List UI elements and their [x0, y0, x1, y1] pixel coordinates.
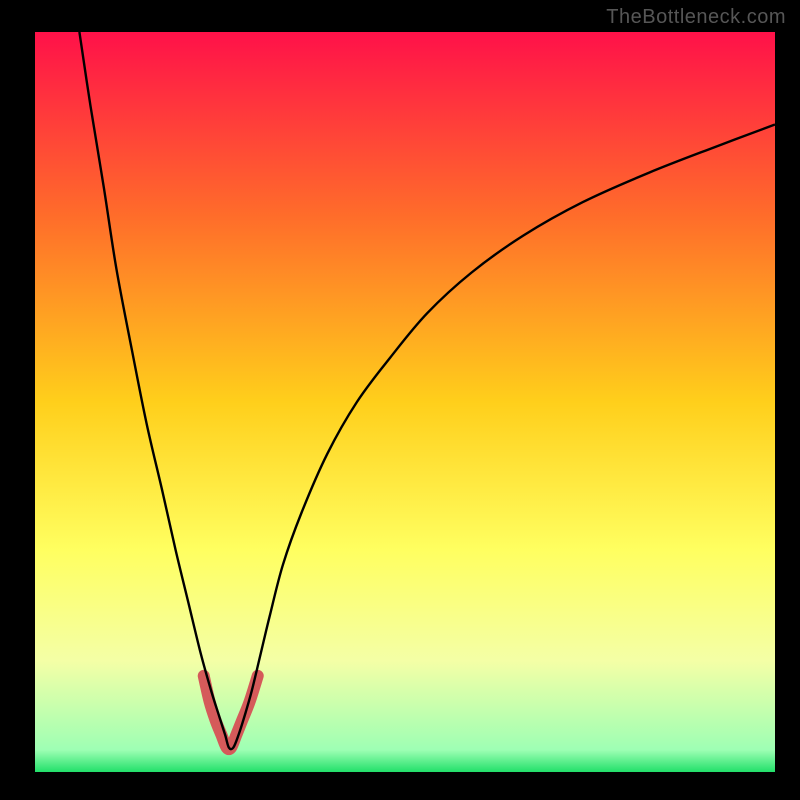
bottleneck-chart	[0, 0, 800, 800]
watermark-text: TheBottleneck.com	[606, 6, 786, 29]
chart-frame: TheBottleneck.com	[0, 0, 800, 800]
gradient-background	[35, 32, 775, 772]
